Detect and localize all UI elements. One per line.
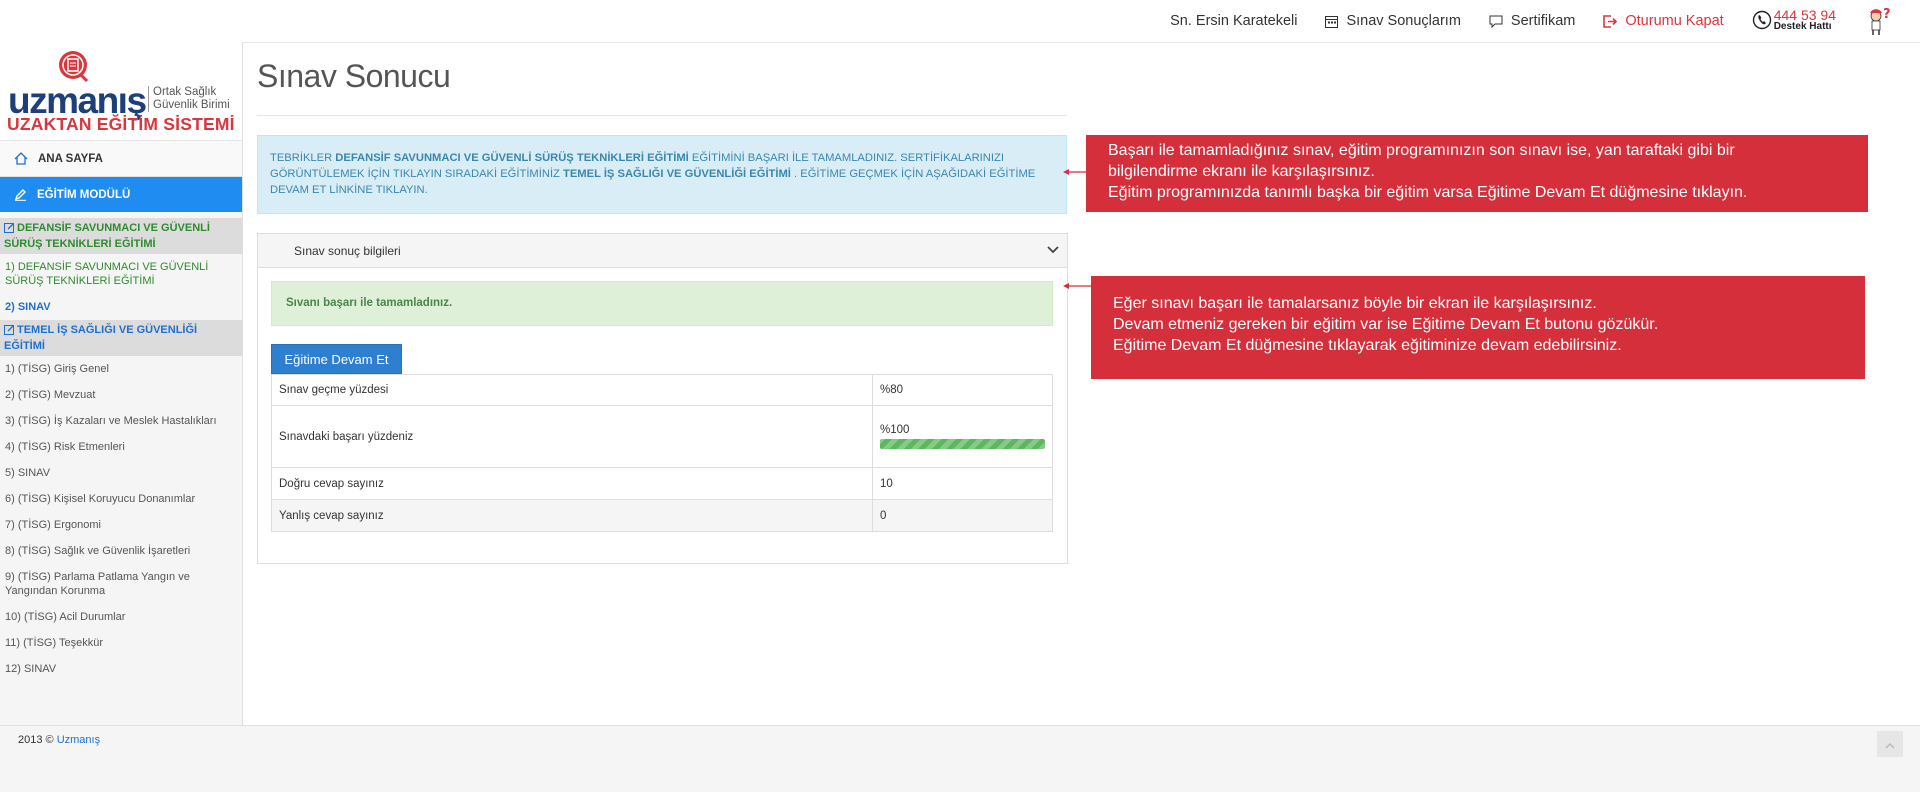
certificate-link[interactable]: Sertifikam — [1489, 13, 1575, 29]
menu-training-module[interactable]: EĞİTİM MODÜLÜ — [0, 177, 242, 212]
table-row: Yanlış cevap sayınız 0 — [271, 499, 1053, 532]
callout-1-line-3: Eğitim programınızda tanımlı başka bir e… — [1108, 184, 1748, 201]
calendar-icon — [1325, 15, 1339, 28]
course-defensive-driving-title: DEFANSİF SAVUNMACI VE GÜVENLİ SÜRÜŞ TEKN… — [4, 222, 210, 250]
callout-1-line-2: bilgilendirme ekranı ile karşılaşırsınız… — [1108, 163, 1375, 180]
brand-subtitle-line2: Güvenlik Birimi — [153, 99, 230, 111]
logout-icon — [1603, 14, 1618, 28]
panel-header[interactable]: Sınav sonuç bilgileri — [258, 234, 1067, 268]
exam-results-label: Sınav Sonuçlarım — [1346, 13, 1461, 29]
sidebar: uzmanış Ortak Sağlık Güvenlik Birimi UZA… — [0, 42, 243, 725]
footer: 2013 © Uzmanış — [0, 725, 1920, 792]
chevron-up-icon — [1885, 737, 1895, 752]
table-row: Sınav geçme yüzdesi %80 — [271, 374, 1053, 406]
comment-icon — [1489, 15, 1503, 28]
info-text-1: TEBRİKLER — [270, 152, 336, 164]
panel-title: Sınav sonuç bilgileri — [294, 243, 401, 258]
callout-2-line-2: Devam etmeniz gereken bir eğitim var ise… — [1113, 316, 1659, 333]
callout-2-arrow — [1063, 283, 1093, 289]
course-ohs-header[interactable]: TEMEL İŞ SAĞLIĞI VE GÜVENLİĞİ EĞİTİMİ — [0, 320, 242, 356]
correct-count-value: 10 — [872, 467, 1053, 500]
scroll-to-top-button[interactable] — [1877, 731, 1903, 757]
correct-count-label: Doğru cevap sayınız — [271, 467, 873, 500]
sidebar-item-exam-1[interactable]: 2) SINAV — [0, 294, 242, 320]
sidebar-item-ohs-2[interactable]: 2) (TİSG) Mevzuat — [0, 382, 242, 408]
chevron-down-icon[interactable] — [1047, 244, 1059, 258]
completion-info-alert: TEBRİKLER DEFANSİF SAVUNMACI VE GÜVENLİ … — [257, 135, 1067, 214]
score-cell: %100 — [872, 405, 1053, 468]
callout-1-line-1: Başarı ile tamamladığınız sınav, eğitim … — [1108, 142, 1735, 159]
info-next-course-name: TEMEL İŞ SAĞLIĞI VE GÜVENLİĞİ EĞİTİMİ — [563, 168, 791, 180]
sidebar-item-ohs-12[interactable]: 12) SINAV — [0, 656, 242, 682]
pencil-icon — [14, 188, 27, 201]
edit-icon — [4, 324, 15, 339]
continue-training-button[interactable]: Eğitime Devam Et — [271, 344, 402, 374]
sidebar-item-ohs-5[interactable]: 5) SINAV — [0, 460, 242, 486]
footer-copyright: 2013 © Uzmanış — [18, 734, 100, 746]
edit-icon — [4, 222, 15, 237]
title-divider — [257, 115, 1067, 116]
support-line[interactable]: 444 53 94 Destek Hattı — [1752, 7, 1836, 33]
sidebar-item-ohs-3[interactable]: 3) (TİSG) İş Kazaları ve Meslek Hastalık… — [0, 408, 242, 434]
sidebar-item-ohs-4[interactable]: 4) (TİSG) Risk Etmenleri — [0, 434, 242, 460]
svg-text:?: ? — [1883, 7, 1891, 22]
phone-number: 444 53 94 — [1773, 7, 1836, 23]
copyright-text: 2013 © — [18, 734, 57, 746]
top-bar: Sn. Ersin Karatekeli Sınav Sonuçlarım Se… — [0, 0, 1920, 43]
mascot-help-icon[interactable]: ? — [1866, 6, 1892, 36]
system-name: UZAKTAN EĞİTİM SİSTEMİ — [7, 114, 235, 134]
score-progress-fill — [880, 439, 1045, 449]
menu-home[interactable]: ANA SAYFA — [0, 141, 242, 177]
phone-icon — [1752, 10, 1772, 33]
footer-brand-link[interactable]: Uzmanış — [57, 734, 100, 746]
logout-link[interactable]: Oturumu Kapat — [1603, 13, 1724, 29]
certificate-label: Sertifikam — [1510, 13, 1576, 29]
brand-subtitle: Ortak Sağlık Güvenlik Birimi — [148, 86, 230, 112]
sidebar-item-ohs-6[interactable]: 6) (TİSG) Kişisel Koruyucu Donanımlar — [0, 486, 242, 512]
brand-subtitle-line1: Ortak Sağlık — [153, 86, 217, 98]
annotation-callout-2: Eğer sınavı başarı ile tamalarsanız böyl… — [1091, 276, 1865, 379]
logo[interactable]: uzmanış Ortak Sağlık Güvenlik Birimi UZA… — [0, 42, 242, 141]
table-row: Doğru cevap sayınız 10 — [271, 467, 1053, 500]
pass-percent-label: Sınav geçme yüzdesi — [271, 374, 873, 406]
course-ohs-title: TEMEL İŞ SAĞLIĞI VE GÜVENLİĞİ EĞİTİMİ — [4, 324, 198, 352]
course-defensive-driving-header[interactable]: DEFANSİF SAVUNMACI VE GÜVENLİ SÜRÜŞ TEKN… — [0, 218, 242, 254]
phone-label: Destek Hattı — [1773, 21, 1832, 32]
exam-result-panel: Sınav sonuç bilgileri Sıvanı başarı ile … — [257, 233, 1068, 564]
success-alert: Sıvanı başarı ile tamamladınız. — [271, 281, 1053, 326]
results-table: Sınav geçme yüzdesi %80 Sınavdaki başarı… — [271, 374, 1053, 532]
callout-2-line-1: Eğer sınavı başarı ile tamalarsanız böyl… — [1113, 295, 1597, 312]
table-row: Sınavdaki başarı yüzdeniz %100 — [271, 405, 1053, 468]
sidebar-item-ohs-10[interactable]: 10) (TİSG) Acil Durumlar — [0, 604, 242, 630]
sidebar-item-ohs-9[interactable]: 9) (TİSG) Parlama Patlama Yangın ve Yang… — [0, 564, 242, 604]
pass-percent-value: %80 — [872, 374, 1053, 406]
score-percent-label: Sınavdaki başarı yüzdeniz — [271, 405, 873, 468]
wrong-count-label: Yanlış cevap sayınız — [271, 499, 873, 532]
menu-home-label: ANA SAYFA — [38, 152, 103, 165]
sidebar-item-defensive-driving[interactable]: 1) DEFANSİF SAVUNMACI VE GÜVENLİ SÜRÜŞ T… — [0, 254, 242, 294]
page-title: Sınav Sonucu — [257, 58, 451, 94]
user-name[interactable]: Sn. Ersin Karatekeli — [1170, 13, 1297, 29]
sidebar-item-ohs-11[interactable]: 11) (TİSG) Teşekkür — [0, 630, 242, 656]
exam-results-link[interactable]: Sınav Sonuçlarım — [1325, 13, 1461, 29]
annotation-callout-1: Başarı ile tamamladığınız sınav, eğitim … — [1086, 135, 1868, 212]
logout-label: Oturumu Kapat — [1625, 13, 1724, 29]
menu-training-module-label: EĞİTİM MODÜLÜ — [37, 188, 131, 201]
wrong-count-value: 0 — [872, 499, 1053, 532]
home-icon — [14, 152, 28, 165]
callout-2-line-3: Eğitime Devam Et düğmesine tıklayarak eğ… — [1113, 337, 1622, 354]
sidebar-item-ohs-8[interactable]: 8) (TİSG) Sağlık ve Güvenlik İşaretleri — [0, 538, 242, 564]
score-progress-bar — [880, 439, 1045, 449]
sidebar-item-ohs-7[interactable]: 7) (TİSG) Ergonomi — [0, 512, 242, 538]
top-nav: Sn. Ersin Karatekeli Sınav Sonuçlarım Se… — [1170, 0, 1920, 42]
info-course-name: DEFANSİF SAVUNMACI VE GÜVENLİ SÜRÜŞ TEKN… — [335, 152, 689, 164]
score-percent-value: %100 — [880, 424, 910, 436]
sidebar-item-ohs-1[interactable]: 1) (TİSG) Giriş Genel — [0, 356, 242, 382]
